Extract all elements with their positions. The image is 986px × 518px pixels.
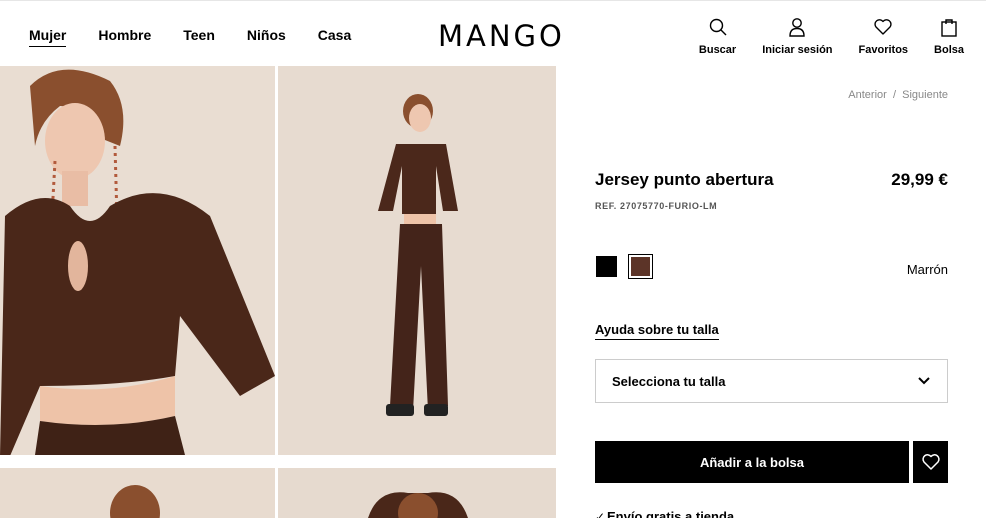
color-swatch-black[interactable] (596, 256, 617, 277)
nav-mujer[interactable]: Mujer (29, 27, 67, 47)
product-title: Jersey punto abertura (595, 170, 774, 189)
main-nav: Mujer Hombre Teen Niños Casa (29, 27, 383, 47)
favorites-label: Favoritos (858, 44, 909, 56)
next-link[interactable]: Siguiente (902, 89, 948, 101)
nav-ninos[interactable]: Niños (247, 27, 286, 47)
size-select-dropdown[interactable]: Selecciona tu talla (595, 359, 948, 403)
heart-icon (921, 454, 940, 470)
product-image-4[interactable] (278, 468, 556, 518)
header-tools: Buscar Iniciar sesión Favoritos Bolsa (673, 17, 964, 56)
model-fullbody-illustration (278, 66, 556, 455)
login-button[interactable]: Iniciar sesión (762, 17, 833, 56)
login-label: Iniciar sesión (762, 44, 833, 56)
bag-label: Bolsa (934, 44, 964, 56)
size-help-link[interactable]: Ayuda sobre tu talla (595, 322, 719, 340)
add-to-bag-button[interactable]: Añadir a la bolsa (595, 441, 909, 483)
product-image-closeup[interactable] (0, 66, 275, 455)
size-select-placeholder: Selecciona tu talla (612, 373, 726, 389)
product-pagination: Anterior / Siguiente (848, 89, 948, 101)
selected-color-name: Marrón (906, 262, 948, 277)
search-label: Buscar (698, 44, 737, 56)
shipping-info: ✓ Envío gratis a tienda (595, 509, 735, 518)
user-icon (789, 18, 806, 37)
model-image-3-illustration (0, 468, 275, 518)
shopping-bag-icon (941, 19, 957, 37)
product-reference: REF. 27075770-FURIO-LM (595, 201, 718, 211)
favorites-button[interactable]: Favoritos (858, 17, 909, 56)
heart-icon (874, 19, 892, 35)
nav-casa[interactable]: Casa (318, 27, 351, 47)
search-button[interactable]: Buscar (699, 17, 736, 56)
model-image-4-illustration (278, 468, 556, 518)
search-icon (709, 18, 727, 36)
bag-button[interactable]: Bolsa (934, 17, 964, 56)
chevron-down-icon (918, 377, 930, 385)
product-image-3[interactable] (0, 468, 275, 518)
site-header: Mujer Hombre Teen Niños Casa MANGO Busca… (0, 0, 986, 66)
product-image-fullbody[interactable] (278, 66, 556, 455)
previous-link[interactable]: Anterior (848, 89, 887, 101)
check-icon: ✓ (595, 510, 606, 518)
model-closeup-illustration (0, 66, 275, 455)
nav-teen[interactable]: Teen (183, 27, 215, 47)
brand-logo[interactable]: MANGO (438, 19, 565, 53)
shipping-text: Envío gratis a tienda (607, 509, 735, 518)
add-to-favorites-button[interactable] (913, 441, 948, 483)
nav-hombre[interactable]: Hombre (98, 27, 151, 47)
color-swatch-brown-fill (631, 257, 650, 276)
color-swatch-brown-selected[interactable] (628, 254, 653, 279)
product-price: 29,99 € (891, 170, 948, 189)
pagination-separator: / (892, 89, 896, 101)
